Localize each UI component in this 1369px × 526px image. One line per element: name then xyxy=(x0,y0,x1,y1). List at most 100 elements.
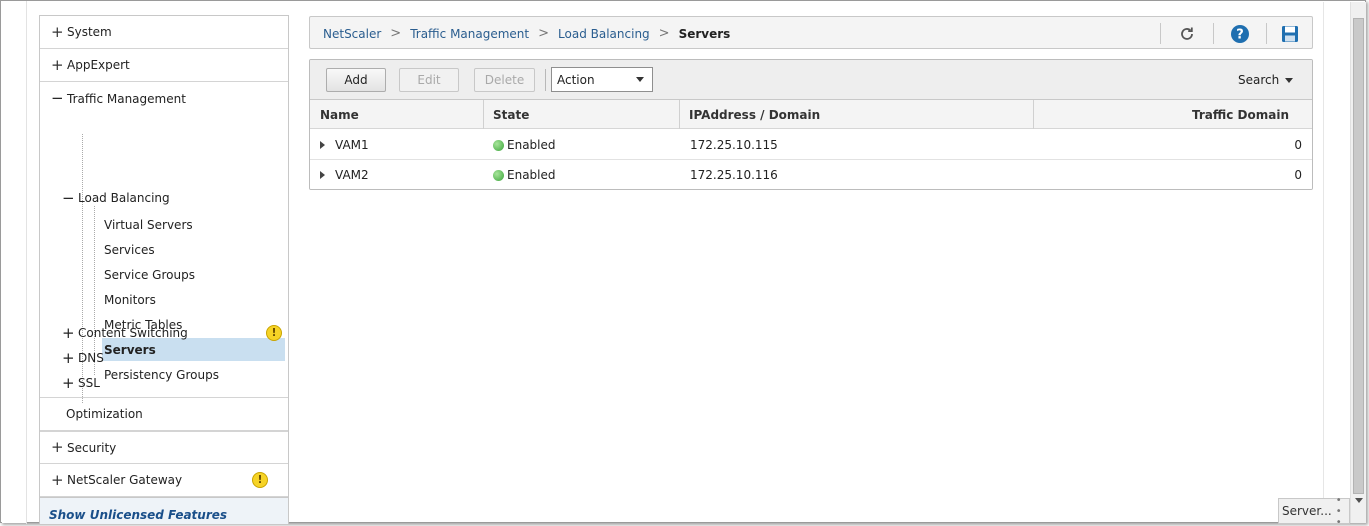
toolbar-divider xyxy=(1160,23,1161,44)
column-header-name[interactable]: Name xyxy=(320,100,359,129)
sidebar-item-label: Servers xyxy=(104,342,156,357)
vertical-scrollbar[interactable] xyxy=(1350,2,1366,523)
row-state-cell: Enabled xyxy=(493,130,556,160)
status-enabled-icon xyxy=(493,169,504,181)
column-divider xyxy=(483,100,484,129)
minus-icon: − xyxy=(51,89,64,107)
sidebar-item-services[interactable]: Services xyxy=(104,239,287,261)
sidebar-item-system[interactable]: + System xyxy=(40,16,288,49)
row-name: VAM2 xyxy=(335,168,369,182)
sidebar-item-label: Security xyxy=(67,440,117,455)
toolbar-divider xyxy=(1266,23,1267,44)
edit-button[interactable]: Edit xyxy=(399,68,459,92)
save-icon xyxy=(1282,26,1298,42)
plus-icon: + xyxy=(62,373,75,392)
refresh-icon xyxy=(1181,27,1193,40)
row-traffic-domain: 0 xyxy=(1294,168,1302,182)
scrollbar-thumb[interactable] xyxy=(1353,18,1364,494)
caret-down-icon xyxy=(1285,77,1294,83)
plus-icon: + xyxy=(62,348,75,367)
plus-icon: + xyxy=(51,438,64,456)
panel-toolbar: Add Edit Delete Action Search xyxy=(310,60,1312,100)
add-button[interactable]: Add xyxy=(326,68,386,92)
expand-arrow-icon[interactable] xyxy=(320,141,325,149)
left-gutter xyxy=(2,2,26,523)
toolbar-divider xyxy=(545,69,546,91)
help-button[interactable]: ? xyxy=(1229,23,1251,45)
caret-down-icon xyxy=(636,77,644,82)
expand-arrow-icon[interactable] xyxy=(320,171,325,179)
column-divider xyxy=(1033,100,1034,129)
warning-icon: ! xyxy=(266,325,282,341)
column-header-ipaddress[interactable]: IPAddress / Domain xyxy=(689,100,820,129)
delete-button[interactable]: Delete xyxy=(474,68,535,92)
status-tooltip-text: Server... xyxy=(1282,504,1332,518)
sidebar-item-label: DNS xyxy=(78,351,104,365)
row-state: Enabled xyxy=(507,138,556,152)
action-dropdown-label: Action xyxy=(557,72,595,87)
table-row[interactable]: VAM1 Enabled 172.25.10.115 0 xyxy=(310,130,1312,160)
show-unlicensed-features-link[interactable]: Show Unlicensed Features xyxy=(49,508,227,522)
breadcrumb-link-load-balancing[interactable]: Load Balancing xyxy=(558,27,650,41)
minus-icon: − xyxy=(62,188,75,207)
content-right-rule xyxy=(1323,2,1324,523)
warning-icon: ! xyxy=(252,472,268,488)
status-enabled-icon xyxy=(493,139,504,151)
chevron-right-icon: > xyxy=(658,26,670,41)
plus-icon: + xyxy=(51,55,64,74)
table-header: Name State IPAddress / Domain Traffic Do… xyxy=(310,100,1312,129)
left-divider xyxy=(26,1,27,524)
sidebar-item-traffic-management[interactable]: − Traffic Management xyxy=(40,82,288,115)
sidebar-item-appexpert[interactable]: + AppExpert xyxy=(40,49,288,82)
plus-icon: + xyxy=(62,323,75,342)
status-tooltip: Server... • • • xyxy=(1278,494,1350,526)
sidebar-item-label: Persistency Groups xyxy=(104,368,219,382)
row-name-cell: VAM1 xyxy=(320,130,369,160)
action-dropdown[interactable]: Action xyxy=(551,67,653,92)
search-dropdown[interactable]: Search xyxy=(1238,73,1294,87)
search-label: Search xyxy=(1238,73,1280,87)
sidebar-item-label: Optimization xyxy=(66,407,143,421)
sidebar-item-service-groups[interactable]: Service Groups xyxy=(104,264,287,286)
breadcrumb-link-traffic-management[interactable]: Traffic Management xyxy=(410,27,529,41)
sidebar-item-content-switching[interactable]: + Content Switching xyxy=(62,322,188,344)
sidebar-item-ssl[interactable]: + SSL xyxy=(62,372,100,394)
sidebar-item-label: NetScaler Gateway xyxy=(67,473,183,487)
row-state: Enabled xyxy=(507,168,556,182)
save-button[interactable] xyxy=(1279,23,1301,45)
sidebar-item-label: SSL xyxy=(78,376,100,390)
sidebar-item-label: Load Balancing xyxy=(78,191,170,205)
breadcrumb: NetScaler > Traffic Management > Load Ba… xyxy=(323,26,730,41)
status-tooltip-dots: • • • xyxy=(1335,494,1343,526)
sidebar-item-netscaler-gateway[interactable]: + NetScaler Gateway ! xyxy=(40,464,288,497)
refresh-button[interactable] xyxy=(1176,23,1198,45)
breadcrumb-bar: NetScaler > Traffic Management > Load Ba… xyxy=(309,16,1313,49)
plus-icon: + xyxy=(51,470,64,489)
sidebar-item-virtual-servers[interactable]: Virtual Servers xyxy=(104,214,287,236)
column-header-state[interactable]: State xyxy=(493,100,529,129)
svg-text:?: ? xyxy=(1236,28,1244,43)
plus-icon: + xyxy=(51,22,64,41)
app-window: + System + AppExpert − Traffic Managemen… xyxy=(0,0,1366,526)
scroll-down-arrow-icon[interactable] xyxy=(1355,498,1363,503)
column-header-traffic-domain[interactable]: Traffic Domain xyxy=(1192,100,1289,129)
row-traffic-domain: 0 xyxy=(1294,138,1302,152)
row-state-cell: Enabled xyxy=(493,160,556,189)
row-ip: 172.25.10.115 xyxy=(690,138,778,152)
sidebar-item-load-balancing[interactable]: − Load Balancing xyxy=(62,187,170,209)
row-name: VAM1 xyxy=(335,138,369,152)
sidebar-item-label: Service Groups xyxy=(104,268,195,282)
sidebar-item-persistency-groups[interactable]: Persistency Groups xyxy=(104,364,287,386)
sidebar-item-security[interactable]: + Security xyxy=(40,431,288,464)
sidebar-item-label: Virtual Servers xyxy=(104,218,193,232)
sidebar-item-label: System xyxy=(67,25,112,39)
breadcrumb-link-netscaler[interactable]: NetScaler xyxy=(323,27,381,41)
chevron-right-icon: > xyxy=(538,26,550,41)
sidebar-item-label: Traffic Management xyxy=(67,91,186,106)
sidebar-item-optimization[interactable]: Optimization xyxy=(40,398,288,431)
column-divider xyxy=(679,100,680,129)
table-row[interactable]: VAM2 Enabled 172.25.10.116 0 xyxy=(310,160,1312,189)
sidebar-item-dns[interactable]: + DNS xyxy=(62,347,104,369)
sidebar-item-monitors[interactable]: Monitors xyxy=(104,289,287,311)
toolbar-divider xyxy=(1213,23,1214,44)
